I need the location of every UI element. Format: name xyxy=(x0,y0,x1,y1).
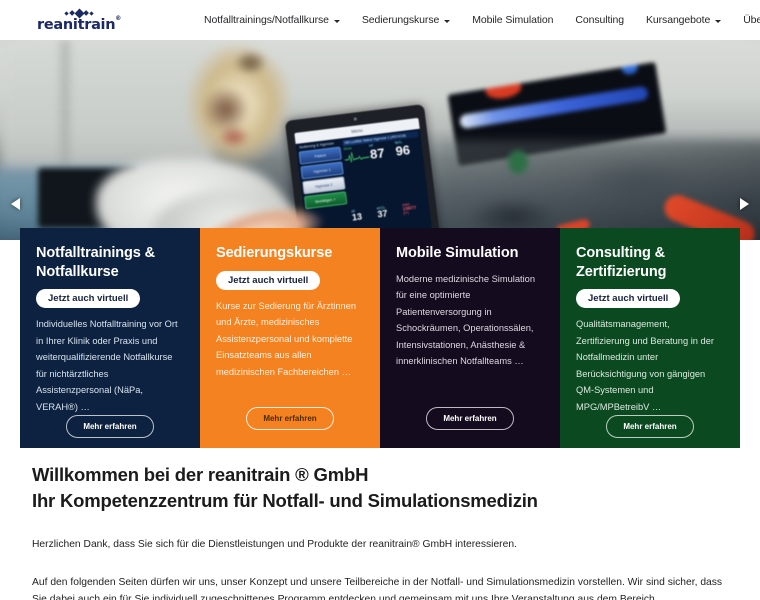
more-info-button[interactable]: Mehr erfahren xyxy=(606,415,694,439)
logo-text: reanitrain xyxy=(37,17,116,34)
chevron-down-icon xyxy=(333,19,340,23)
card-sedierungskurse[interactable]: Sedierungskurse Jetzt auch virtuell Kurs… xyxy=(200,228,380,448)
card-notfalltrainings[interactable]: Notfalltrainings & Notfallkurse Jetzt au… xyxy=(20,228,200,448)
hero-background-photo: Menu Sedierung & Hypnose Patient Hypnose… xyxy=(0,40,760,240)
intro-paragraph-1: Herzlichen Dank, dass Sie sich für die D… xyxy=(32,538,517,550)
card-title: Notfalltrainings & Notfallkurse xyxy=(36,245,156,280)
nav-label: Consulting xyxy=(575,14,625,26)
more-info-button[interactable]: Mehr erfahren xyxy=(426,407,514,430)
chevron-down-icon xyxy=(715,19,722,23)
intro-paragraph-2: Auf den folgenden Seiten dürfen wir uns,… xyxy=(32,577,723,600)
nav-item-notfalltrainings[interactable]: Notfalltrainings/Notfallkurse xyxy=(193,14,351,26)
carousel-next-arrow-icon[interactable] xyxy=(740,198,749,210)
nav-label: Mobile Simulation xyxy=(472,14,554,26)
card-badge: Jetzt auch virtuell xyxy=(36,289,141,309)
nav-label: Notfalltrainings/Notfallkurse xyxy=(204,14,329,26)
card-body: Qualitätsmanagement, Zertifizierung und … xyxy=(576,319,714,412)
welcome-line-1: Willkommen bei der reanitrain ® GmbH xyxy=(32,464,369,485)
card-title: Consulting & Zertifizierung xyxy=(576,245,667,280)
card-body: Kurse zur Sedierung für Ärztinnen und Är… xyxy=(216,300,357,377)
nav-item-kursangebote[interactable]: Kursangebote xyxy=(635,14,732,26)
more-info-button[interactable]: Mehr erfahren xyxy=(246,407,334,430)
nav-item-sedierungskurse[interactable]: Sedierungskurse xyxy=(351,14,461,26)
card-title: Mobile Simulation xyxy=(396,245,519,261)
page-root: reanitrain® Notfalltrainings/Notfallkurs… xyxy=(0,0,760,600)
card-badge: Jetzt auch virtuell xyxy=(216,270,321,290)
main-navigation: Notfalltrainings/Notfallkurse Sedierungs… xyxy=(193,0,760,40)
hero-carousel: Menu Sedierung & Hypnose Patient Hypnose… xyxy=(0,40,760,240)
feature-cards: Notfalltrainings & Notfallkurse Jetzt au… xyxy=(20,228,740,448)
nav-item-mobile-simulation[interactable]: Mobile Simulation xyxy=(461,14,564,26)
card-title: Sedierungskurse xyxy=(216,245,333,261)
nav-label: Kursangebote xyxy=(646,14,711,26)
card-consulting[interactable]: Consulting & Zertifizierung Jetzt auch v… xyxy=(560,228,740,448)
card-mobile-simulation[interactable]: Mobile Simulation Moderne medizinische S… xyxy=(380,228,560,448)
nav-item-ueber-uns[interactable]: Über uns xyxy=(732,14,760,26)
site-header: reanitrain® Notfalltrainings/Notfallkurs… xyxy=(0,0,760,40)
nav-item-consulting[interactable]: Consulting xyxy=(564,14,635,26)
more-info-button[interactable]: Mehr erfahren xyxy=(66,415,154,439)
nav-label: Über uns xyxy=(743,14,760,26)
card-badge: Jetzt auch virtuell xyxy=(576,289,681,309)
logo-wordmark: reanitrain® xyxy=(37,15,121,34)
card-body: Moderne medizinische Simulation für eine… xyxy=(396,273,536,367)
carousel-prev-arrow-icon[interactable] xyxy=(11,198,20,210)
logo-registered-mark: ® xyxy=(115,15,121,23)
page-title: Willkommen bei der reanitrain ® GmbH Ihr… xyxy=(32,462,732,515)
main-content: Willkommen bei der reanitrain ® GmbH Ihr… xyxy=(32,462,732,600)
welcome-line-2: Ihr Kompetenzzentrum für Notfall- und Si… xyxy=(32,490,538,512)
card-body: Individuelles Notfalltraining vor Ort in… xyxy=(36,319,178,412)
site-logo[interactable]: reanitrain® xyxy=(36,5,122,36)
nav-label: Sedierungskurse xyxy=(361,14,440,26)
chevron-down-icon xyxy=(444,19,451,23)
